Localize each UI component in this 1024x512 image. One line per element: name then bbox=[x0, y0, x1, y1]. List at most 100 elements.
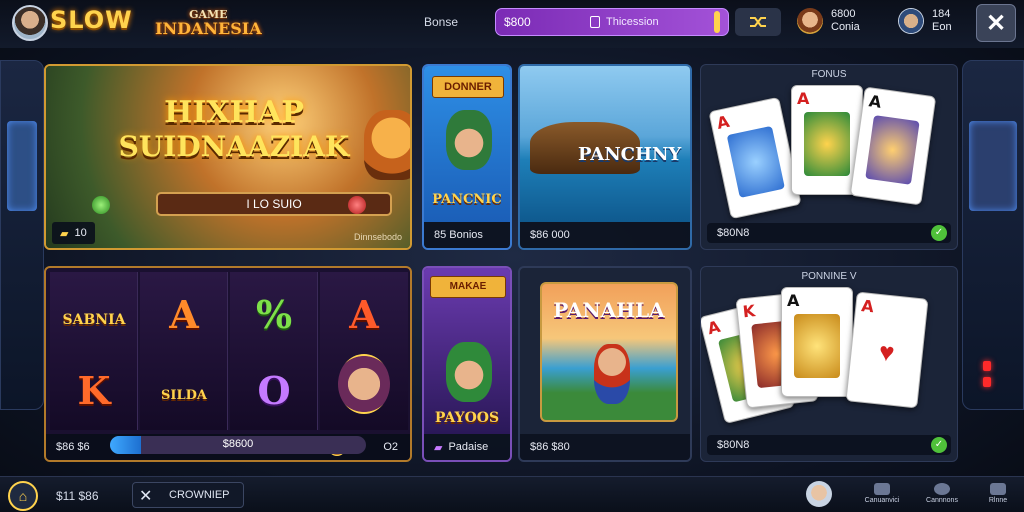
close-button[interactable]: ✕ bbox=[976, 4, 1016, 42]
game-card-ponnine[interactable]: PONNINE V A K A A ♥ $80N8 ✓ bbox=[700, 266, 958, 462]
machine-screen bbox=[969, 121, 1017, 211]
level-label: Eon bbox=[932, 21, 952, 33]
game-card-panahla[interactable]: PANAHLA $86 $80 bbox=[518, 266, 692, 462]
coins-stat[interactable]: 6800 Conia bbox=[797, 8, 860, 34]
pancnic-banner: DONNER bbox=[432, 76, 504, 98]
card-rank: A bbox=[860, 296, 875, 317]
pancnic-footer: 85 Bonios bbox=[424, 222, 510, 248]
nav-item-cannnons[interactable]: Cannnons bbox=[920, 483, 964, 504]
playing-card: A bbox=[708, 96, 802, 220]
right-slot-machine-decor bbox=[962, 60, 1024, 410]
card-rank: A bbox=[715, 111, 732, 133]
nav-item-rlnne[interactable]: Rlnne bbox=[976, 483, 1020, 504]
featured-footer-right: Dinnsebodo bbox=[353, 232, 402, 242]
home-icon[interactable]: ⌂ bbox=[8, 481, 38, 511]
slot-reel: % O bbox=[230, 272, 318, 430]
slot-symbol: % bbox=[255, 292, 293, 337]
hero-icon bbox=[594, 344, 630, 404]
adventurer-icon bbox=[446, 342, 492, 402]
balance-pill[interactable]: $800 Thicession bbox=[495, 8, 729, 36]
slots-footer-value: $86 $6 bbox=[56, 441, 90, 453]
featured-footer-left: ▰ 10 bbox=[52, 222, 95, 244]
featured-game-title: HIXHAP SUIDNAAZIAK bbox=[114, 96, 354, 164]
card-rank: A bbox=[797, 89, 810, 108]
slot-symbol: SABNIA bbox=[62, 312, 126, 328]
red-gem-icon bbox=[348, 196, 366, 214]
nav-item-canuanvici[interactable]: Canuanvici bbox=[860, 483, 904, 504]
adventurer-icon bbox=[446, 110, 492, 170]
card-rank: K bbox=[741, 301, 757, 322]
player-avatar[interactable] bbox=[12, 5, 48, 41]
featured-footer-value: 10 bbox=[74, 227, 87, 239]
brand-logo: GAME INDANESIA bbox=[155, 6, 262, 38]
card-art-icon bbox=[794, 314, 840, 378]
card-rank: A bbox=[787, 291, 800, 310]
fonus-label: FONUS bbox=[811, 69, 847, 80]
panahla-title: PANAHLA bbox=[553, 298, 665, 322]
fonus-footer: $80N8 ✓ bbox=[707, 223, 951, 243]
featured-game-card[interactable]: HIXHAP SUIDNAAZIAK I LO SUIO ▰ 10 Dinnse… bbox=[44, 64, 412, 250]
profile-avatar[interactable] bbox=[806, 481, 832, 507]
crossed-swords-icon: ✕ bbox=[139, 488, 153, 505]
ship-footer: $86 000 bbox=[520, 222, 690, 248]
ticket-icon: ▰ bbox=[434, 441, 443, 454]
slot-symbol: SILDA bbox=[161, 388, 207, 403]
ticket-icon: ▰ bbox=[60, 227, 69, 240]
game-card-panchny[interactable]: PANCHNY $86 000 bbox=[518, 64, 692, 250]
card-rank: A bbox=[705, 316, 723, 339]
level-stat[interactable]: 184 Eon bbox=[898, 8, 952, 34]
check-icon[interactable]: ✓ bbox=[931, 437, 947, 453]
playing-card: A bbox=[781, 287, 853, 397]
shuffle-icon-button[interactable] bbox=[735, 8, 781, 36]
balance-amount: $800 bbox=[504, 15, 531, 29]
featured-title-line-1: HIXHAP bbox=[164, 95, 304, 130]
heart-suit-icon: ♥ bbox=[860, 319, 913, 389]
ponnine-footer-value: $80N8 bbox=[717, 439, 750, 451]
briefcase-icon bbox=[874, 483, 890, 495]
nav-label: Cannnons bbox=[926, 497, 958, 504]
panahla-art: PANAHLA bbox=[540, 282, 678, 422]
balance-meter-icon bbox=[714, 11, 720, 33]
chest-icon bbox=[990, 483, 1006, 495]
nav-label: Rlnne bbox=[988, 497, 1008, 504]
coins-label: Conia bbox=[831, 21, 860, 33]
tiger-icon bbox=[364, 110, 410, 180]
machine-light-icon bbox=[983, 377, 991, 387]
featured-title-line-2: SUIDNAAZIAK bbox=[118, 130, 350, 163]
pancnic-title: PANCNIC bbox=[432, 192, 502, 207]
ponnine-footer: $80N8 ✓ bbox=[707, 435, 951, 455]
nav-label: Canuanvici bbox=[864, 497, 900, 504]
green-gem-icon bbox=[92, 196, 110, 214]
game-card-fonus[interactable]: FONUS A A A $80N8 ✓ bbox=[700, 64, 958, 250]
check-icon[interactable]: ✓ bbox=[931, 225, 947, 241]
slot-symbol: A bbox=[169, 292, 199, 337]
card-rank: A bbox=[867, 91, 883, 112]
slot-symbol: O bbox=[257, 368, 291, 413]
slot-reel: A SILDA bbox=[140, 272, 228, 430]
slot-symbol: K bbox=[77, 368, 111, 413]
slot-reel: SABNIA K bbox=[50, 272, 138, 430]
playing-card: A bbox=[849, 86, 937, 206]
coins-value: 6800 bbox=[831, 8, 856, 20]
slot-symbol: A bbox=[349, 292, 379, 337]
bonus-nav-link[interactable]: Bonse bbox=[424, 15, 458, 29]
slot-reel: A bbox=[320, 272, 408, 430]
app-logo: SLOW bbox=[50, 6, 133, 34]
game-card-pancnic[interactable]: DONNER PANCNIC 85 Bonios bbox=[422, 64, 512, 250]
game-card-payoos[interactable]: MAKAE PAYOOS ▰ Padaise bbox=[422, 266, 512, 462]
brand-line-2: INDANESIA bbox=[155, 19, 262, 38]
level-value: 184 bbox=[932, 8, 951, 20]
card-art-icon bbox=[726, 125, 785, 198]
payoos-footer-label: Padaise bbox=[448, 441, 489, 453]
game-card-slots[interactable]: SABNIA K A SILDA % O A $86 $6 O2 $8600 bbox=[44, 266, 412, 462]
payoos-title: PAYOOS bbox=[434, 410, 500, 426]
shuffle-icon bbox=[750, 17, 766, 27]
card-art-icon bbox=[865, 115, 920, 185]
fonus-footer-value: $80N8 bbox=[717, 227, 750, 239]
level-avatar-icon bbox=[898, 8, 924, 34]
mode-toggle[interactable]: ✕ CROWNIEP bbox=[132, 482, 244, 508]
slots-progress-bar: $8600 bbox=[110, 436, 366, 454]
playing-card: A ♥ bbox=[845, 291, 929, 409]
payoos-banner: MAKAE bbox=[430, 276, 506, 298]
left-slot-machine-decor bbox=[0, 60, 44, 410]
